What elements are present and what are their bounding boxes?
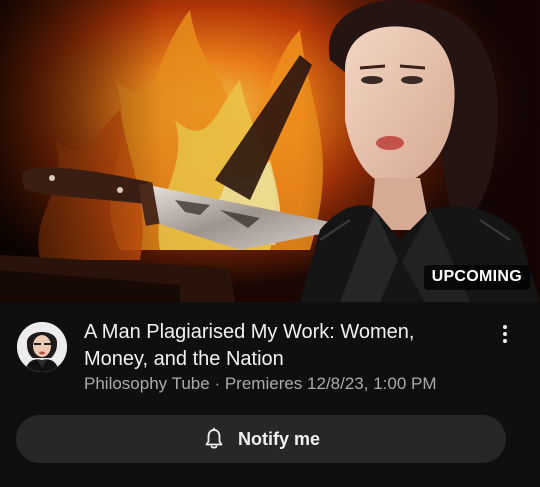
thumbnail-image [0, 0, 540, 302]
video-subline: Philosophy Tube · Premieres 12/8/23, 1:0… [84, 374, 504, 394]
more-options-button[interactable] [494, 320, 516, 348]
notify-me-button[interactable]: Notify me [16, 415, 506, 463]
more-vertical-icon-dot [503, 339, 507, 343]
video-title[interactable]: A Man Plagiarised My Work: Women, Money,… [84, 319, 484, 373]
premiere-date: Premieres 12/8/23, 1:00 PM [224, 374, 437, 393]
more-vertical-icon-dot [503, 325, 507, 329]
more-vertical-icon-dot [503, 332, 507, 336]
bell-icon [205, 427, 223, 449]
channel-name[interactable]: Philosophy Tube [84, 374, 210, 393]
upcoming-badge: UPCOMING [423, 265, 530, 290]
video-thumbnail[interactable]: UPCOMING [0, 0, 540, 302]
avatar-image [17, 322, 67, 372]
meta-separator: · [214, 374, 221, 393]
video-details: A Man Plagiarised My Work: Women, Money,… [0, 302, 540, 487]
notify-me-label: Notify me [237, 428, 320, 449]
channel-avatar[interactable] [17, 322, 67, 372]
